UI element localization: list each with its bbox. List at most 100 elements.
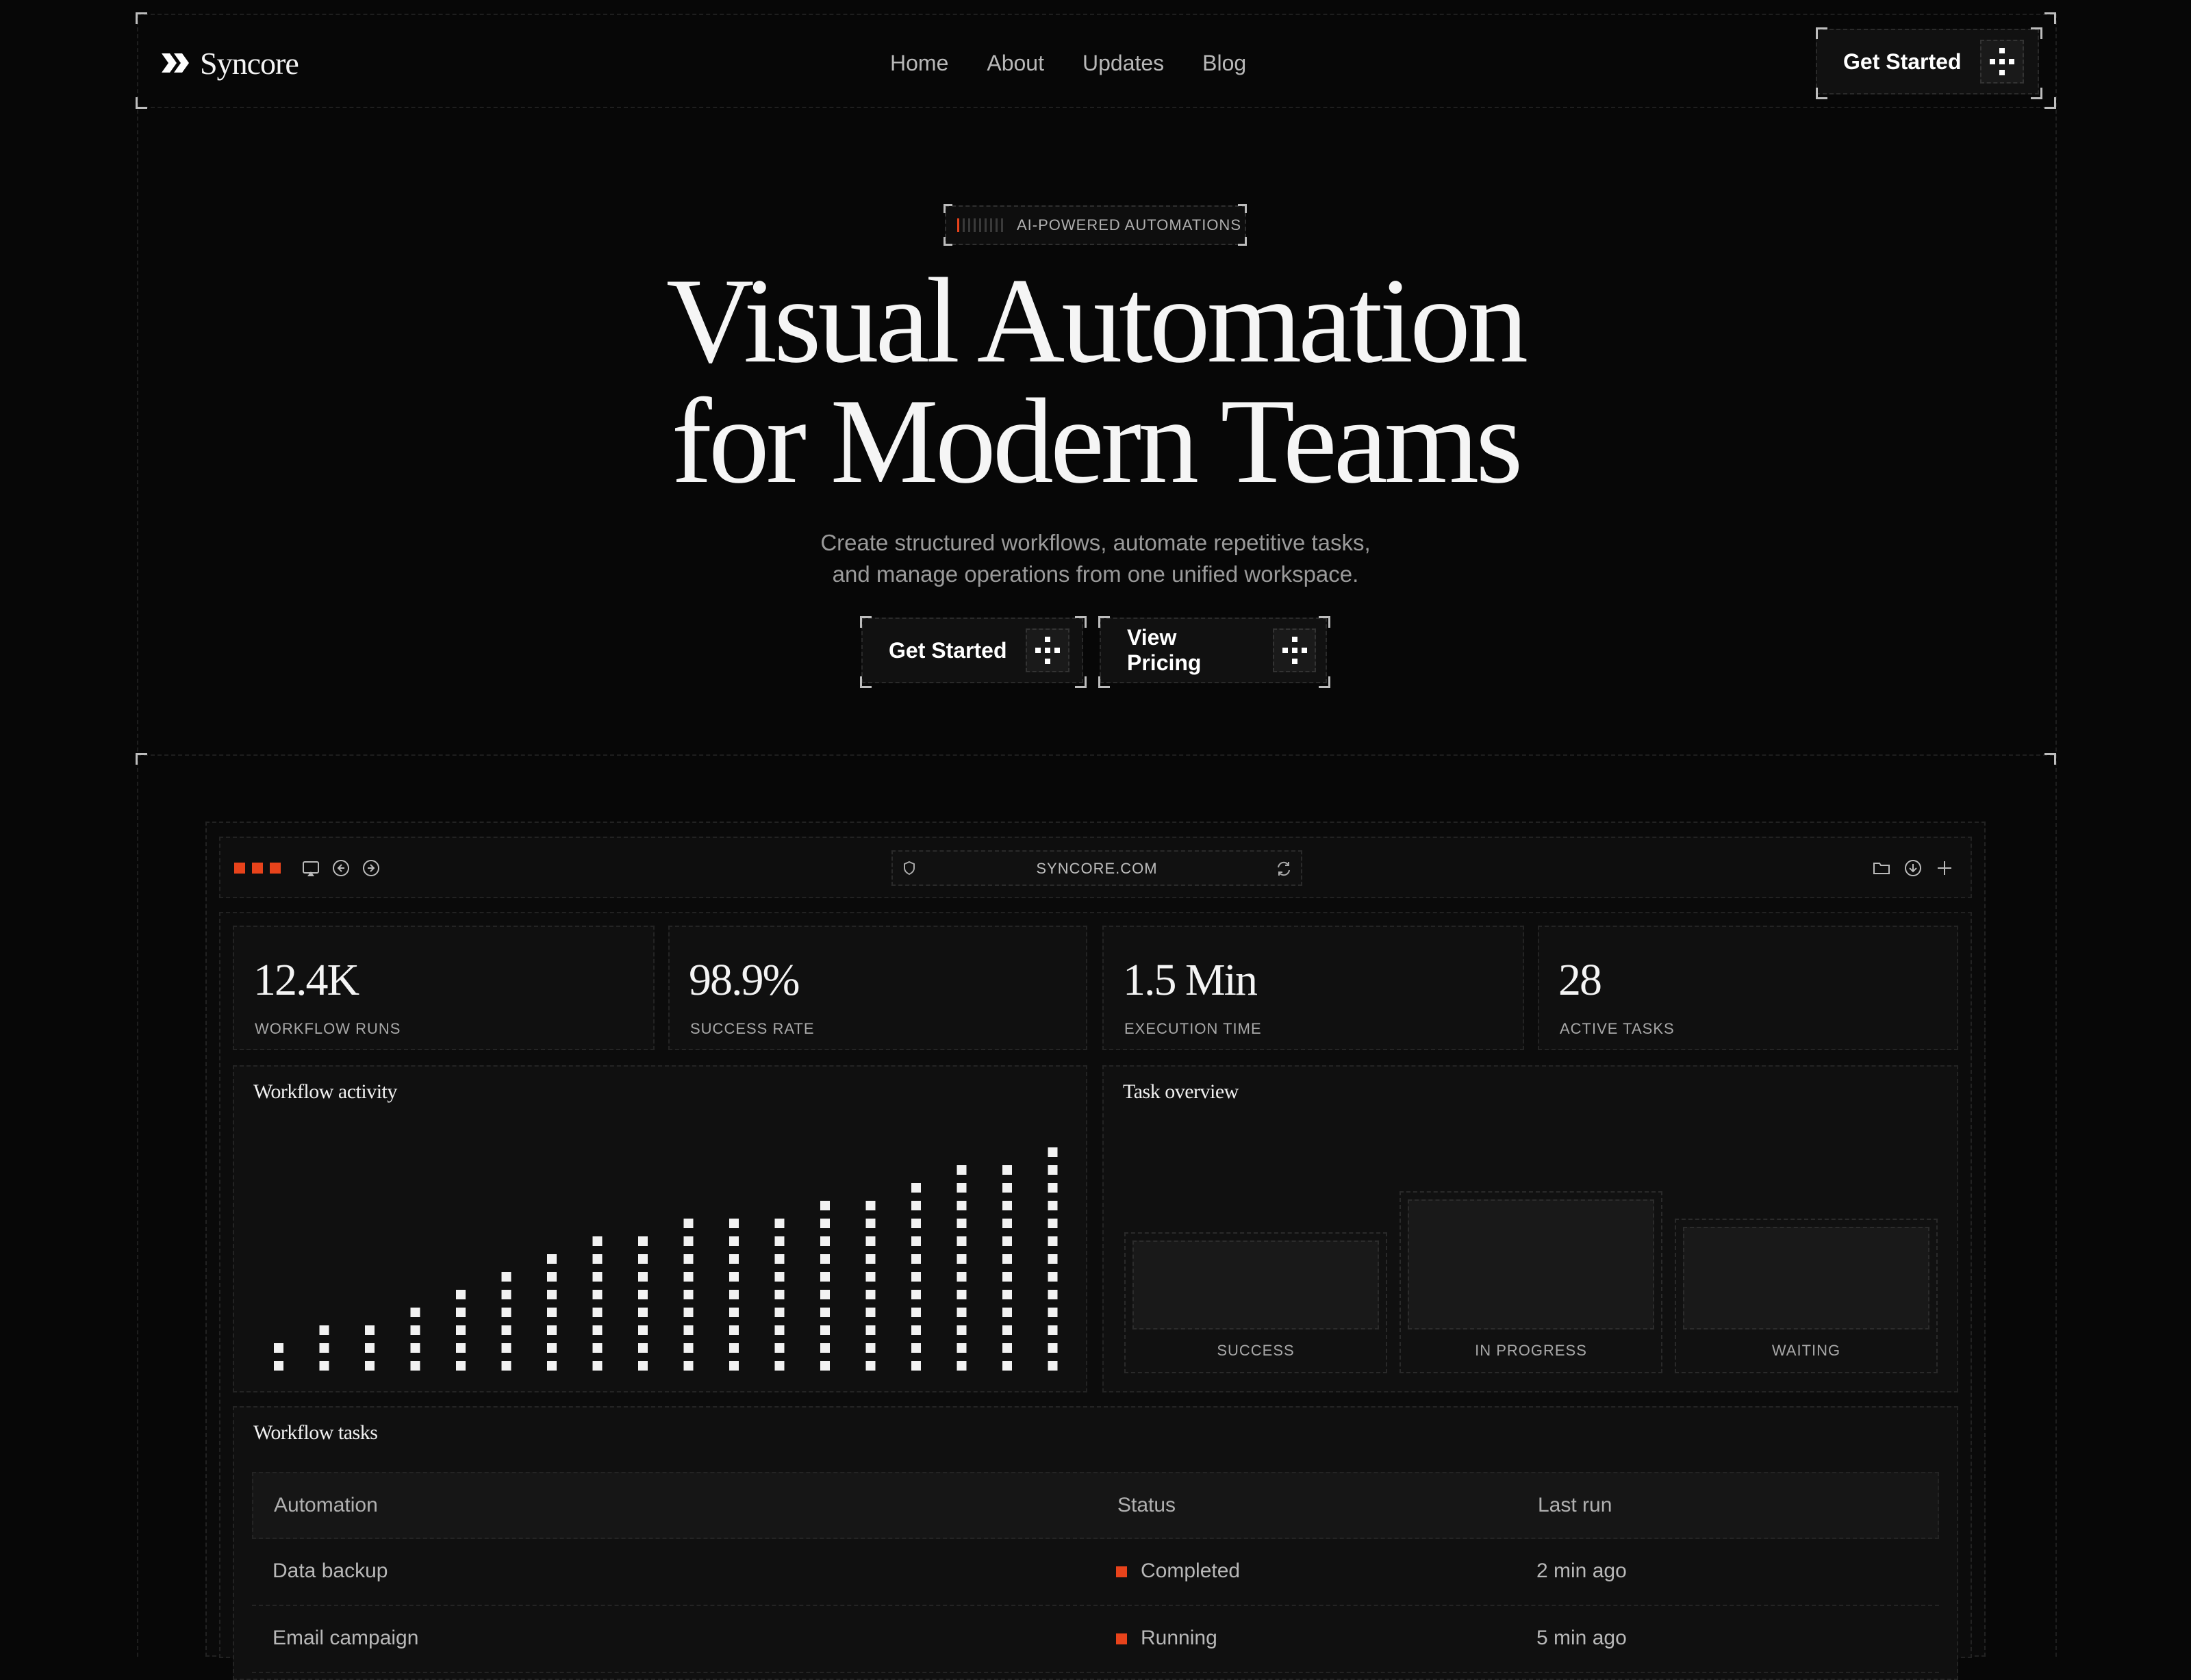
back-icon[interactable] [331, 858, 351, 878]
activity-bar-segment [547, 1325, 557, 1335]
hero-get-started-button[interactable]: Get Started [861, 618, 1083, 683]
activity-bar-segment [638, 1236, 648, 1246]
activity-bar [865, 1201, 876, 1371]
corner-mark [860, 616, 872, 628]
cell-status: Completed [1116, 1560, 1240, 1583]
stat-label: SUCCESS RATE [690, 1020, 815, 1037]
activity-bar-segment [547, 1361, 557, 1371]
activity-bar-segment [1002, 1325, 1012, 1335]
workflow-activity-chart [274, 1147, 1058, 1371]
activity-bar-segment [410, 1325, 420, 1335]
activity-bar-segment [957, 1325, 967, 1335]
window-controls [234, 863, 281, 874]
plus-icon[interactable] [1935, 858, 1954, 878]
stat-label: EXECUTION TIME [1124, 1020, 1262, 1037]
window-dot[interactable] [252, 863, 263, 874]
cell-automation: Email campaign [273, 1627, 419, 1649]
activity-bar [957, 1165, 967, 1371]
activity-bar [820, 1201, 830, 1371]
activity-bar-segment [274, 1361, 283, 1371]
hero-subtitle: Create structured workflows, automate re… [0, 527, 2191, 590]
frame-divider [137, 754, 2054, 756]
corner-mark [1238, 204, 1247, 213]
hero-title: Visual Automation for Modern Teams [0, 253, 2191, 502]
activity-bar-segment [592, 1254, 603, 1264]
hero-title-line1: Visual Automation [666, 253, 1528, 388]
activity-bar-segment [957, 1201, 967, 1210]
activity-bar-segment [911, 1236, 921, 1246]
activity-bar-segment [911, 1183, 921, 1193]
activity-bar-segment [501, 1272, 511, 1282]
download-icon[interactable] [1903, 858, 1923, 878]
task-bar-label: WAITING [1771, 1342, 1841, 1359]
view-pricing-button[interactable]: View Pricing [1100, 618, 1327, 683]
activity-bar-segment [911, 1290, 921, 1299]
activity-bar-segment [410, 1361, 420, 1371]
task-overview-card: Task overview SUCCESS IN PROGRESS WAITIN… [1102, 1065, 1958, 1392]
activity-bar-segment [365, 1361, 375, 1371]
task-bar-fill [1683, 1227, 1929, 1329]
corner-mark [136, 753, 147, 765]
table-header: Automation Status Last run [252, 1472, 1939, 1539]
activity-bar-segment [957, 1165, 967, 1175]
activity-bar-segment [638, 1325, 648, 1335]
address-bar[interactable]: SYNCORE.COM [891, 850, 1302, 886]
task-bar-fill [1132, 1240, 1379, 1329]
activity-bar-segment [1048, 1254, 1058, 1264]
activity-bar-segment [957, 1343, 967, 1353]
nav-link-updates[interactable]: Updates [1082, 51, 1164, 76]
activity-bar-segment [729, 1308, 739, 1317]
table-row[interactable]: Data backup Completed 2 min ago [252, 1539, 1939, 1606]
activity-bar-segment [683, 1325, 694, 1335]
activity-bar-segment [865, 1343, 876, 1353]
nav-link-about[interactable]: About [987, 51, 1044, 76]
window-dot[interactable] [270, 863, 281, 874]
activity-bar-segment [365, 1325, 375, 1335]
column-header-automation[interactable]: Automation [274, 1494, 378, 1517]
activity-bar-segment [1002, 1165, 1012, 1175]
corner-mark [136, 12, 147, 24]
sidebar-icon[interactable] [301, 858, 320, 878]
activity-bar-segment [820, 1308, 830, 1317]
activity-bar-segment [592, 1343, 603, 1353]
brand-logo[interactable]: Syncore [162, 44, 299, 82]
column-header-last-run[interactable]: Last run [1538, 1494, 1612, 1517]
activity-bar-segment [865, 1325, 876, 1335]
corner-mark [943, 204, 952, 213]
activity-bar-segment [820, 1236, 830, 1246]
brand-name: Syncore [200, 45, 299, 81]
activity-bar-segment [683, 1361, 694, 1371]
activity-bar-segment [1002, 1308, 1012, 1317]
task-bar-fill [1408, 1199, 1654, 1329]
frame-divider [137, 14, 2054, 15]
activity-bar-segment [501, 1343, 511, 1353]
activity-bar-segment [865, 1219, 876, 1228]
folder-icon[interactable] [1872, 858, 1891, 878]
activity-bar [501, 1272, 511, 1371]
activity-bar [1002, 1165, 1012, 1371]
activity-bar-segment [638, 1308, 648, 1317]
nav-link-blog[interactable]: Blog [1202, 51, 1246, 76]
activity-bar-segment [820, 1361, 830, 1371]
corner-mark [1075, 676, 1087, 688]
activity-bar-segment [1048, 1361, 1058, 1371]
activity-bar-segment [638, 1343, 648, 1353]
activity-bar-segment [729, 1343, 739, 1353]
activity-bar-segment [683, 1290, 694, 1299]
activity-bar-segment [592, 1361, 603, 1371]
address-url: SYNCORE.COM [1036, 860, 1158, 877]
activity-bar-segment [865, 1361, 876, 1371]
nav-link-home[interactable]: Home [890, 51, 948, 76]
refresh-icon[interactable] [1275, 860, 1293, 878]
forward-icon[interactable] [362, 858, 381, 878]
dots-icon [1980, 40, 2025, 84]
corner-mark [860, 676, 872, 688]
nav-get-started-button[interactable]: Get Started [1816, 29, 2039, 94]
corner-mark [1075, 616, 1087, 628]
column-header-status[interactable]: Status [1117, 1494, 1176, 1517]
window-dot[interactable] [234, 863, 245, 874]
activity-bar-segment [774, 1361, 785, 1371]
view-pricing-label: View Pricing [1127, 625, 1202, 675]
activity-bar-segment [820, 1290, 830, 1299]
table-row[interactable]: Email campaign Running 5 min ago [252, 1606, 1939, 1673]
